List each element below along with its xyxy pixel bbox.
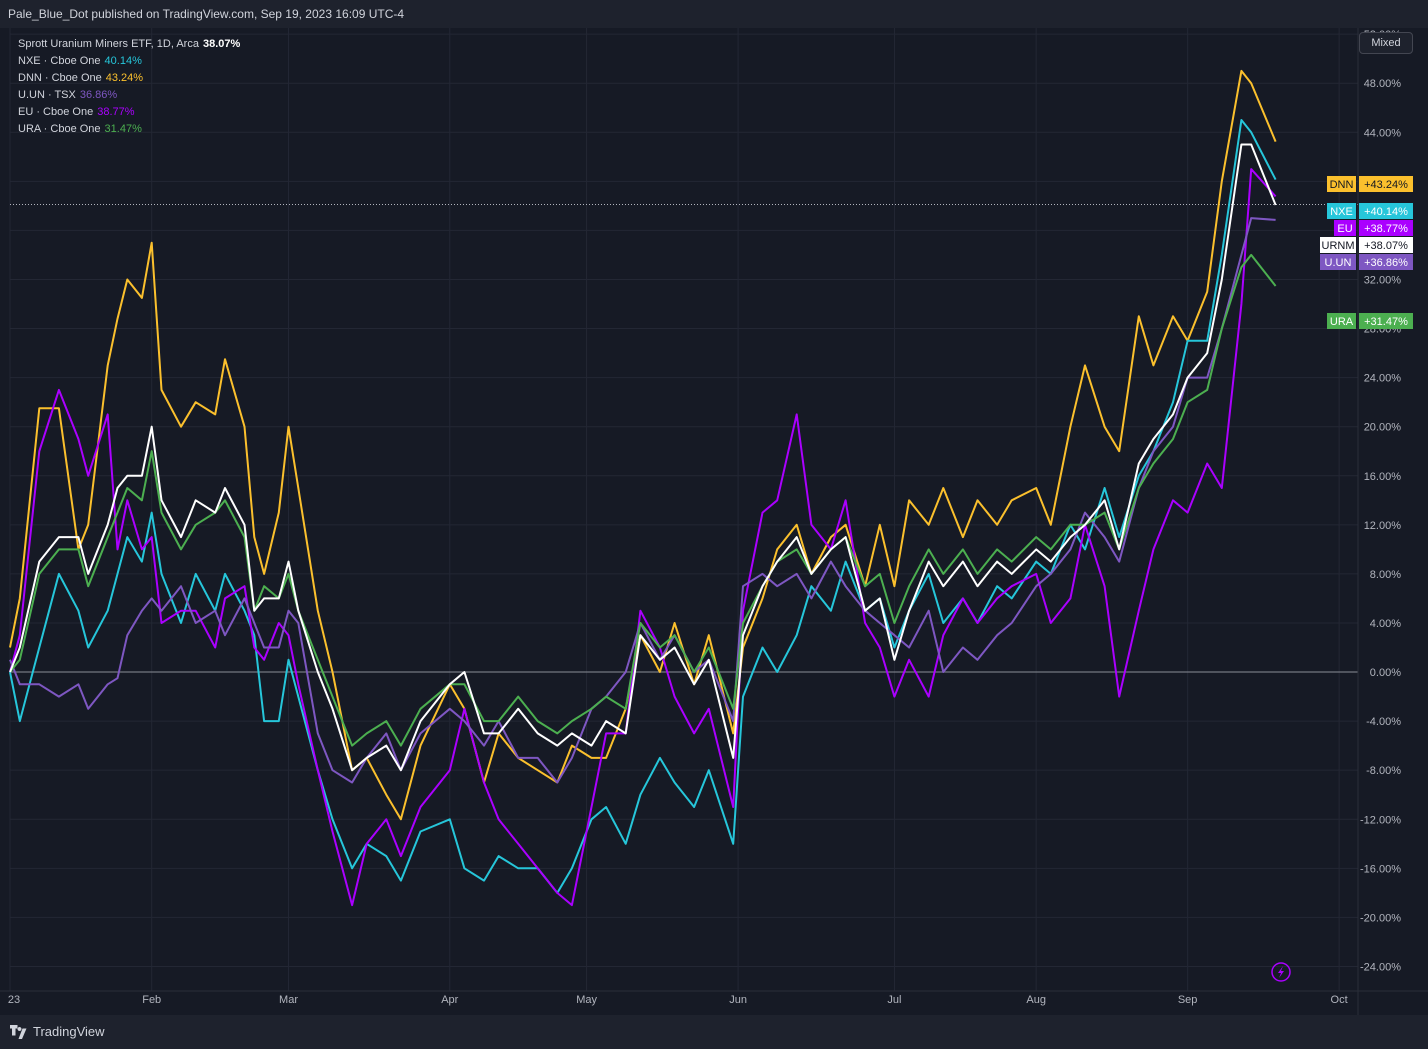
y-tick-label: -24.00% [1360, 961, 1401, 973]
x-tick-label: Mar [279, 994, 298, 1006]
x-tick-label: Sep [1178, 994, 1198, 1006]
chart-legend: Sprott Uranium Miners ETF, 1D, Arca 38.07… [18, 36, 240, 138]
y-tick-label: 0.00% [1370, 667, 1401, 679]
x-tick-label: 23 [8, 994, 20, 1006]
badge-value: +38.07% [1364, 240, 1408, 252]
badge-value: +43.24% [1364, 179, 1408, 191]
badge-name: NXE [1330, 206, 1353, 218]
legend-row[interactable]: U.UN · TSX 36.86% [18, 87, 240, 104]
legend-series-name: U.UN · TSX [18, 89, 76, 101]
x-tick-label: Jul [887, 994, 901, 1006]
legend-series-name: EU · Cboe One [18, 106, 94, 118]
y-tick-label: 24.00% [1364, 373, 1402, 385]
published-caption: Pale_Blue_Dot published on TradingView.c… [8, 7, 405, 21]
y-tick-label: 12.00% [1364, 520, 1402, 532]
chart-canvas[interactable]: 52.00%48.00%44.00%40.00%36.00%32.00%28.0… [0, 28, 1428, 1015]
tradingview-logo[interactable]: TradingView [10, 1024, 105, 1039]
legend-row[interactable]: URA · Cboe One 31.47% [18, 121, 240, 138]
x-tick-label: Apr [441, 994, 458, 1006]
legend-series-name: DNN · Cboe One [18, 72, 102, 84]
badge-name: U.UN [1325, 257, 1352, 269]
tradingview-logo-text: TradingView [33, 1024, 105, 1039]
legend-row[interactable]: Sprott Uranium Miners ETF, 1D, Arca 38.07… [18, 36, 240, 53]
x-tick-label: May [576, 994, 597, 1006]
legend-series-value: 31.47% [104, 123, 142, 135]
y-tick-label: 44.00% [1364, 127, 1402, 139]
y-tick-label: 16.00% [1364, 471, 1402, 483]
y-tick-label: 48.00% [1364, 78, 1402, 90]
y-tick-label: -16.00% [1360, 863, 1401, 875]
legend-series-value: 43.24% [105, 72, 144, 84]
badge-name: EU [1337, 223, 1352, 235]
legend-row[interactable]: DNN · Cboe One 43.24% [18, 70, 240, 87]
y-tick-label: -8.00% [1366, 765, 1401, 777]
legend-series-value: 38.07% [202, 38, 241, 50]
scale-mode-button[interactable]: Mixed [1359, 32, 1413, 54]
legend-series-value: 40.14% [104, 55, 142, 67]
x-tick-label: Jun [729, 994, 747, 1006]
x-tick-label: Feb [142, 994, 161, 1006]
y-tick-label: -4.00% [1366, 716, 1401, 728]
legend-row[interactable]: NXE · Cboe One 40.14% [18, 53, 240, 70]
legend-series-value: 36.86% [79, 89, 118, 101]
chart-background [0, 28, 1428, 1015]
legend-row[interactable]: EU · Cboe One 38.77% [18, 104, 240, 121]
x-tick-label: Aug [1026, 994, 1046, 1006]
legend-series-name: URA · Cboe One [18, 123, 101, 135]
badge-name: DNN [1330, 179, 1354, 191]
y-tick-label: -12.00% [1360, 814, 1401, 826]
header-bar: Pale_Blue_Dot published on TradingView.c… [0, 0, 1428, 28]
y-tick-label: 32.00% [1364, 274, 1402, 286]
tradingview-logo-icon [10, 1024, 27, 1039]
legend-series-value: 38.77% [97, 106, 135, 118]
footer-bar: TradingView [0, 1015, 1428, 1049]
badge-name: URA [1330, 316, 1354, 328]
y-tick-label: 8.00% [1370, 569, 1401, 581]
y-tick-label: -20.00% [1360, 912, 1401, 924]
badge-value: +31.47% [1364, 316, 1408, 328]
y-tick-label: 4.00% [1370, 618, 1401, 630]
badge-value: +38.77% [1364, 223, 1408, 235]
x-tick-label: Oct [1331, 994, 1348, 1006]
legend-series-name: NXE · Cboe One [18, 55, 101, 67]
legend-series-name: Sprott Uranium Miners ETF, 1D, Arca [18, 38, 199, 50]
badge-value: +40.14% [1364, 206, 1408, 218]
y-tick-label: 20.00% [1364, 422, 1402, 434]
badge-value: +36.86% [1364, 257, 1408, 269]
badge-name: URNM [1322, 240, 1355, 252]
